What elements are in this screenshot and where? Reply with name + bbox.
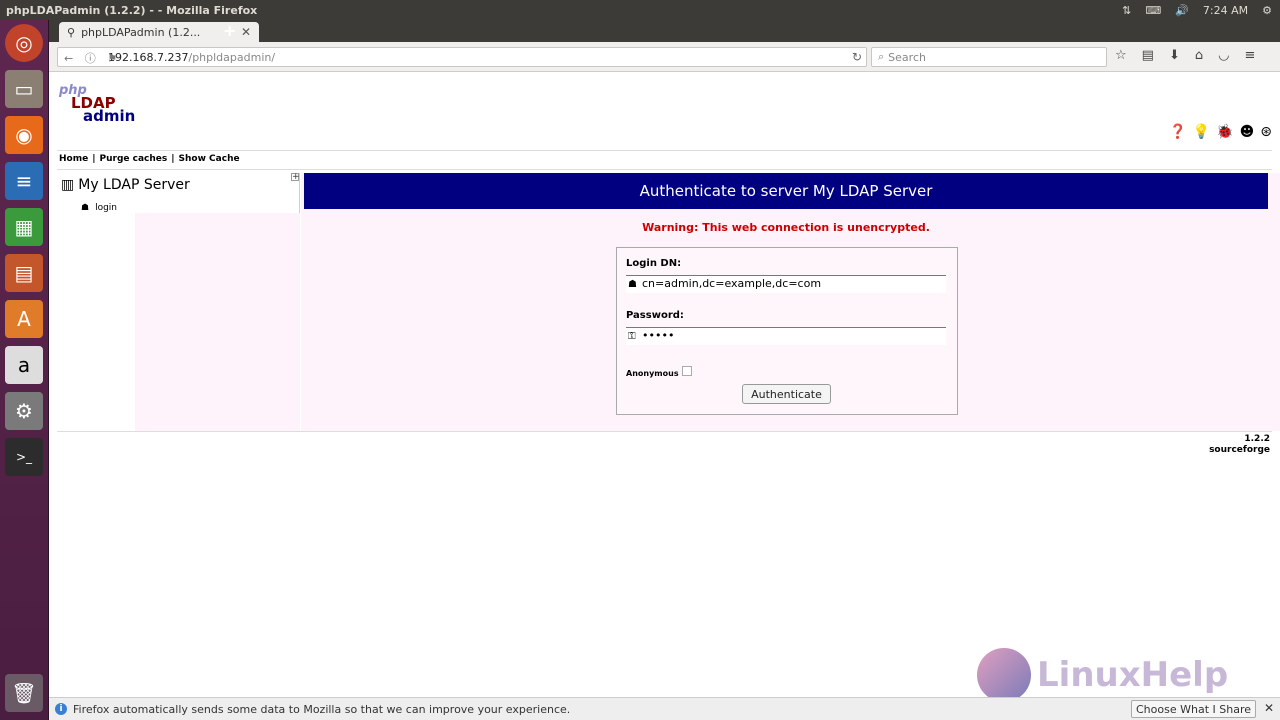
system-top-bar: phpLDAPadmin (1.2.2) - - Mozilla Firefox… (0, 0, 1280, 20)
volume-icon[interactable]: 🔊 (1175, 4, 1189, 17)
notification-bar: i Firefox automatically sends some data … (49, 697, 1280, 720)
hamburger-menu-icon[interactable]: ≡ (1244, 48, 1255, 63)
top-menu: Home | Purge caches | Show Cache (59, 154, 240, 164)
pocket-icon[interactable]: ◡ (1218, 48, 1229, 63)
home-icon[interactable]: ⌂ (1195, 48, 1203, 63)
tab-close-icon[interactable]: ✕ (241, 25, 251, 39)
user-icon: ☗ (81, 203, 90, 213)
choose-what-i-share-button[interactable]: Choose What I Share (1131, 700, 1256, 718)
reading-list-icon[interactable]: ▤ (1142, 48, 1154, 63)
notification-text: Firefox automatically sends some data to… (73, 702, 571, 716)
auth-panel: Authenticate to server My LDAP Server Wa… (301, 173, 1280, 431)
software-center-icon[interactable]: A (5, 300, 43, 338)
help-icon[interactable]: ❓ (1169, 124, 1186, 140)
login-dn-label: Login DN: (626, 258, 682, 269)
watermark-text: LinuxHelp (1037, 655, 1229, 695)
network-icon[interactable]: ⇅ (1122, 4, 1131, 17)
firefox-icon[interactable]: ◉ (5, 116, 43, 154)
info-icon: i (55, 703, 67, 715)
server-name: My LDAP Server (78, 177, 190, 193)
search-input[interactable]: ⌕ Search (871, 47, 1107, 67)
version-number: 1.2.2 (1244, 434, 1270, 444)
back-and-site-info-icon[interactable]: ← ⓘ ⚑ (64, 50, 121, 66)
clock[interactable]: 7:24 AM (1203, 4, 1248, 17)
anonymous-checkbox[interactable] (682, 366, 692, 376)
divider (57, 150, 1272, 151)
tab-favicon-icon: ⚲ (67, 25, 76, 39)
window-title: phpLDAPadmin (1.2.2) - - Mozilla Firefox (6, 3, 258, 17)
settings-icon[interactable]: ⚙ (1262, 4, 1272, 17)
linuxhelp-watermark: LinuxHelp (977, 648, 1228, 702)
menu-home[interactable]: Home (59, 154, 88, 164)
donate-icon[interactable]: ☻ (1240, 124, 1255, 140)
menu-separator: | (171, 154, 175, 164)
tree-login-label: login (95, 203, 118, 213)
login-dn-value: cn=admin,dc=example,dc=com (642, 277, 822, 290)
downloads-icon[interactable]: ⬇ (1169, 48, 1180, 63)
bug-icon[interactable]: 🐞 (1216, 124, 1233, 140)
bookmark-star-icon[interactable]: ☆ (1115, 48, 1127, 63)
password-field[interactable]: ⚿ ••••• (626, 327, 946, 345)
trash-icon[interactable]: 🗑 (5, 674, 43, 712)
phpldapadmin-logo[interactable]: php LDAP admin (59, 84, 135, 124)
expand-icon[interactable]: + (291, 173, 300, 182)
tree-background (135, 213, 300, 431)
tab-strip: ⚲ phpLDAPadmin (1.2... ✕ + (49, 20, 1280, 42)
password-label: Password: (626, 310, 684, 321)
version-info: 1.2.2 sourceforge (1209, 434, 1270, 456)
url-bar[interactable]: ← ⓘ ⚑ 192.168.7.237/phpldapadmin/ ↻ (57, 47, 867, 67)
search-placeholder: Search (888, 50, 926, 64)
server-tree-panel: ▥ My LDAP Server + ☗ login (59, 173, 300, 431)
key-icon: ⚿ (628, 331, 636, 342)
keyboard-icon[interactable]: ⌨ (1145, 4, 1161, 17)
menu-show-cache[interactable]: Show Cache (179, 154, 240, 164)
search-icon: ⌕ (878, 50, 885, 63)
ubuntu-dash-icon[interactable]: ◎ (5, 24, 43, 62)
tab-title: phpLDAPadmin (1.2... (81, 25, 201, 39)
idea-icon[interactable]: 💡 (1193, 124, 1210, 140)
impress-icon[interactable]: ▤ (5, 254, 43, 292)
watermark-logo-icon (977, 648, 1031, 702)
anonymous-label: Anonymous (626, 369, 679, 378)
divider (57, 169, 1272, 170)
system-tray: ⇅ ⌨ 🔊 7:24 AM ⚙ (1122, 0, 1272, 20)
page-content: php LDAP admin ❓ 💡 🐞 ☻ ⊛ Home | Purge ca… (49, 72, 1280, 702)
unencrypted-warning: Warning: This web connection is unencryp… (642, 221, 930, 234)
amazon-icon[interactable]: a (5, 346, 43, 384)
ubuntu-launcher: ◎ ▭ ◉ ≡ ▦ ▤ A a ⚙ >_ 🗑 (0, 20, 49, 720)
tree-login-link[interactable]: ☗ login (81, 203, 117, 213)
authenticate-button[interactable]: Authenticate (742, 384, 831, 404)
user-icon: ☗ (628, 279, 637, 290)
reload-icon[interactable]: ↻ (852, 50, 862, 64)
forum-icon[interactable]: ⊛ (1260, 124, 1272, 140)
toolbar-icons: ☆ ▤ ⬇ ⌂ ◡ ≡ (1115, 48, 1255, 63)
server-node[interactable]: ▥ My LDAP Server (61, 177, 190, 193)
terminal-icon[interactable]: >_ (5, 438, 43, 476)
login-dn-field[interactable]: ☗ cn=admin,dc=example,dc=com (626, 275, 946, 293)
server-icon: ▥ (61, 177, 75, 193)
menu-purge-caches[interactable]: Purge caches (100, 154, 168, 164)
login-form: Login DN: ☗ cn=admin,dc=example,dc=com P… (616, 247, 958, 415)
password-value: ••••• (642, 329, 675, 342)
firefox-window: ⚲ phpLDAPadmin (1.2... ✕ + ← ⓘ ⚑ 192.168… (49, 20, 1280, 720)
auth-header: Authenticate to server My LDAP Server (304, 173, 1268, 209)
url-path: /phpldapadmin/ (188, 50, 276, 64)
menu-separator: | (92, 154, 96, 164)
header-tool-icons: ❓ 💡 🐞 ☻ ⊛ (1169, 124, 1272, 140)
nav-bar: ← ⓘ ⚑ 192.168.7.237/phpldapadmin/ ↻ ⌕ Se… (49, 42, 1280, 72)
writer-icon[interactable]: ≡ (5, 162, 43, 200)
close-icon[interactable]: ✕ (1264, 701, 1274, 715)
system-settings-icon[interactable]: ⚙ (5, 392, 43, 430)
sourceforge-link[interactable]: sourceforge (1209, 445, 1270, 456)
new-tab-button[interactable]: + (223, 21, 236, 40)
calc-icon[interactable]: ▦ (5, 208, 43, 246)
divider (57, 431, 1272, 432)
files-icon[interactable]: ▭ (5, 70, 43, 108)
